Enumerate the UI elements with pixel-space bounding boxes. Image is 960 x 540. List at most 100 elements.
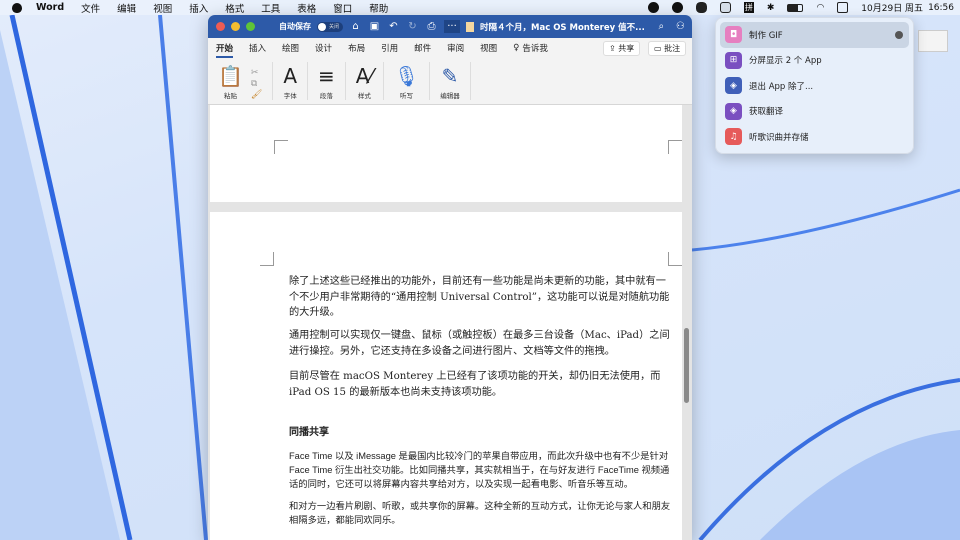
- minimize-button[interactable]: [231, 22, 240, 31]
- word-window: 自动保存 关闭 ⌂ ▣ ↶ ↻ ⎙ ··· 时隔４个月，Mac OS Monte…: [208, 15, 692, 540]
- tab-references[interactable]: 引用: [381, 42, 398, 54]
- menu-clock[interactable]: 16:56: [928, 3, 954, 13]
- shortcut-shazam[interactable]: ♫ 听歌识曲并存储: [720, 124, 909, 150]
- cut-icon[interactable]: ✂: [251, 68, 262, 78]
- shortcut-label: 退出 App 除了...: [749, 81, 814, 92]
- menu-format[interactable]: 格式: [225, 1, 244, 15]
- share-button[interactable]: ⇪ 共享: [603, 41, 641, 56]
- font-label: 字体: [283, 92, 297, 100]
- crop-mark: [668, 252, 682, 266]
- layers-icon: ◈: [725, 77, 742, 95]
- ribbon-toolbar: 📋 粘贴 ✂ ⧉ 🖌 A 字体 ≡ 段落 A⁄ 样式 🎙 听写 ✎ 编辑器: [208, 58, 692, 105]
- shortcuts-menu: ◘ 制作 GIF ⊞ 分屏显示 2 个 App ◈ 退出 App 除了... ◈ 获取翻…: [715, 17, 914, 154]
- close-button[interactable]: [216, 22, 225, 31]
- microphone-icon: 🎙: [393, 64, 420, 88]
- menu-edit[interactable]: 编辑: [117, 1, 136, 15]
- share-people-icon[interactable]: ⚇: [674, 20, 687, 33]
- comments-button[interactable]: ▭ 批注: [648, 41, 687, 56]
- redo-icon[interactable]: ↻: [406, 20, 419, 33]
- control-center-icon[interactable]: [837, 2, 849, 13]
- gif-icon: ◘: [725, 26, 742, 44]
- shortcut-make-gif[interactable]: ◘ 制作 GIF: [720, 22, 909, 48]
- paste-label: 粘贴: [223, 92, 237, 100]
- tab-view[interactable]: 视图: [480, 42, 497, 54]
- bluetooth-icon[interactable]: ✱: [767, 3, 775, 13]
- tab-review[interactable]: 审阅: [447, 42, 464, 54]
- share-label: 共享: [618, 44, 635, 53]
- wechat-icon[interactable]: [695, 2, 707, 13]
- shortcut-split-screen[interactable]: ⊞ 分屏显示 2 个 App: [720, 48, 909, 74]
- page-1: [210, 105, 682, 202]
- format-painter-icon[interactable]: 🖌: [251, 90, 262, 100]
- menu-file[interactable]: 文件: [81, 1, 100, 15]
- tab-home[interactable]: 开始: [216, 42, 234, 58]
- menu-date[interactable]: 10月29日 周五: [861, 1, 923, 14]
- menu-bar: Word 文件 编辑 视图 插入 格式 工具 表格 窗口 帮助 拼 ✱ ◠ 10…: [0, 0, 960, 15]
- paragraph-1: 除了上述这些已经推出的功能外，目前还有一些功能是尚未更新的功能，其中就有一个不少…: [289, 276, 670, 318]
- page-2[interactable]: 除了上述这些已经推出的功能外，目前还有一些功能是尚未更新的功能，其中就有一个不少…: [210, 212, 682, 540]
- shortcut-label: 分屏显示 2 个 App: [749, 56, 822, 67]
- search-icon[interactable]: ⌕: [655, 20, 668, 33]
- undo-icon[interactable]: ↶: [387, 20, 400, 33]
- menu-view[interactable]: 视图: [153, 1, 172, 15]
- styles-button[interactable]: A⁄ 样式: [346, 62, 384, 100]
- paragraph-icon: ≡: [318, 64, 335, 88]
- styles-label: 样式: [357, 92, 371, 100]
- layers-icon: ◈: [725, 102, 742, 120]
- apple-icon[interactable]: [12, 2, 22, 13]
- menu-window[interactable]: 窗口: [333, 1, 352, 15]
- font-button[interactable]: A 字体: [273, 62, 309, 100]
- zoom-button[interactable]: [246, 22, 255, 31]
- shortcut-label: 获取翻译: [749, 107, 784, 118]
- shortcut-label: 制作 GIF: [749, 30, 783, 41]
- menu-insert[interactable]: 插入: [189, 1, 208, 15]
- paragraph-3: 目前尽管在 macOS Monterey 上已经有了该项功能的开关，却仍旧无法使…: [289, 371, 661, 398]
- menu-help[interactable]: 帮助: [369, 1, 388, 15]
- document-title[interactable]: 时隔４个月，Mac OS Monterey 值不...: [480, 21, 645, 33]
- wifi-icon[interactable]: ◠: [816, 3, 824, 13]
- stop-record-icon[interactable]: [647, 2, 659, 13]
- desktop-file-icon[interactable]: [918, 30, 948, 52]
- clipboard-icon: 📋: [218, 64, 243, 88]
- document-icon: [466, 21, 474, 32]
- crop-mark: [260, 252, 274, 266]
- run-icon[interactable]: [895, 30, 903, 39]
- scrollbar-thumb[interactable]: [684, 328, 689, 403]
- styles-icon: A⁄: [355, 64, 373, 88]
- vertical-scrollbar[interactable]: [683, 105, 690, 540]
- home-icon[interactable]: ⌂: [349, 20, 362, 33]
- dictate-label: 听写: [400, 92, 414, 100]
- ribbon-tabs: 开始 插入 绘图 设计 布局 引用 邮件 审阅 视图 ♀ 告诉我 ⇪ 共享 ▭ …: [208, 38, 692, 58]
- paragraph-button[interactable]: ≡ 段落: [308, 62, 346, 100]
- tab-draw[interactable]: 绘图: [282, 42, 299, 54]
- shortcut-translate[interactable]: ◈ 获取翻译: [720, 99, 909, 125]
- app-status-icon[interactable]: [671, 2, 683, 13]
- menu-app-name[interactable]: Word: [36, 2, 64, 13]
- autosave-toggle[interactable]: 关闭: [317, 21, 343, 32]
- more-icon[interactable]: ···: [444, 20, 460, 33]
- paste-button[interactable]: 📋 粘贴 ✂ ⧉ 🖌: [208, 62, 274, 100]
- comments-label: 批注: [664, 44, 681, 53]
- tab-mailings[interactable]: 邮件: [414, 42, 431, 54]
- tab-insert[interactable]: 插入: [249, 42, 266, 54]
- section-heading: 同播共享: [289, 427, 329, 438]
- shortcut-quit-apps[interactable]: ◈ 退出 App 除了...: [720, 73, 909, 99]
- print-icon[interactable]: ⎙: [425, 20, 438, 33]
- battery-icon[interactable]: [787, 3, 804, 12]
- editor-icon: ✎: [441, 64, 459, 88]
- tell-me[interactable]: 告诉我: [522, 42, 548, 54]
- copy-icon[interactable]: ⧉: [251, 79, 262, 89]
- menu-table[interactable]: 表格: [297, 1, 316, 15]
- tab-layout[interactable]: 布局: [348, 42, 365, 54]
- save-icon[interactable]: ▣: [368, 20, 381, 33]
- crop-mark: [274, 140, 288, 154]
- tab-design[interactable]: 设计: [315, 42, 332, 54]
- editor-button[interactable]: ✎ 编辑器: [430, 62, 471, 100]
- dictate-button[interactable]: 🎙 听写: [384, 62, 431, 100]
- crop-mark: [668, 140, 682, 154]
- shortcut-label: 听歌识曲并存储: [749, 132, 809, 143]
- input-method-icon[interactable]: 拼: [743, 2, 754, 13]
- paragraph-4: Face Time 以及 iMessage 是最国内比较冷门的苹果自带应用，而此…: [289, 451, 670, 489]
- menu-tools[interactable]: 工具: [261, 1, 280, 15]
- shortcuts-icon[interactable]: [719, 2, 731, 13]
